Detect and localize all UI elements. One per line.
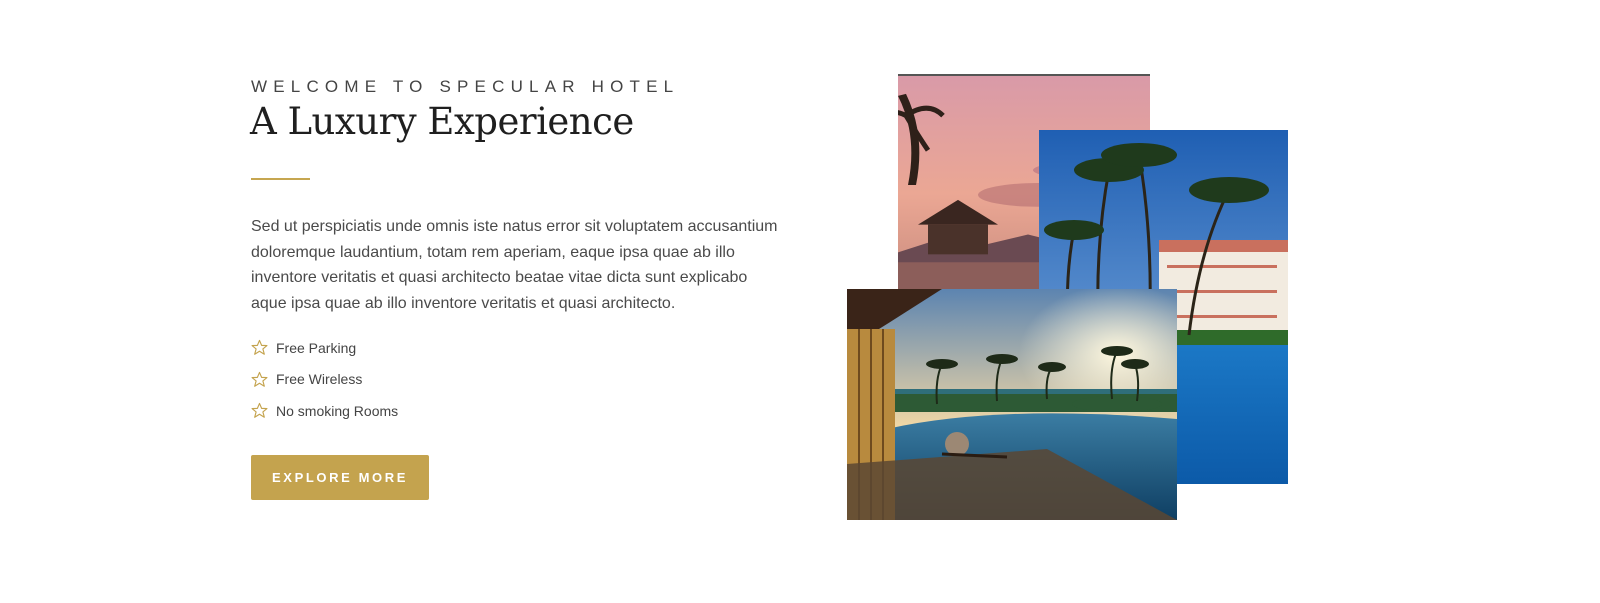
tropical-pool-photo bbox=[847, 289, 1177, 520]
amenity-free-wireless: Free Wireless bbox=[251, 364, 398, 396]
star-outline-icon bbox=[251, 402, 268, 419]
title-divider bbox=[251, 178, 310, 180]
amenity-free-parking: Free Parking bbox=[251, 332, 398, 364]
explore-more-button[interactable]: EXPLORE MORE bbox=[251, 455, 429, 500]
amenity-label: Free Parking bbox=[276, 339, 357, 356]
page-title: A Luxury Experience bbox=[250, 100, 634, 143]
intro-description: Sed ut perspiciatis unde omnis iste natu… bbox=[251, 218, 778, 312]
star-outline-icon bbox=[251, 371, 268, 388]
amenity-label: Free Wireless bbox=[276, 371, 363, 388]
amenity-label: No smoking Rooms bbox=[276, 402, 399, 419]
star-outline-icon bbox=[251, 339, 268, 356]
amenities-list: Free Parking Free Wireless No smoking Ro… bbox=[251, 332, 398, 427]
welcome-eyebrow: WELCOME TO SPECULAR HOTEL bbox=[251, 77, 680, 96]
amenity-no-smoking-rooms: No smoking Rooms bbox=[251, 395, 398, 427]
